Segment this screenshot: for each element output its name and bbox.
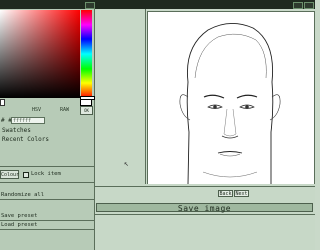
colour-button[interactable]: Colour [0, 170, 19, 179]
swatches-label[interactable]: Swatches [2, 127, 31, 134]
hex-input[interactable]: ffffff [11, 117, 45, 124]
raw-mode-label[interactable]: RAW [60, 107, 69, 113]
lock-item-label: Lock item [31, 171, 61, 177]
save-image-button[interactable]: Save image [96, 203, 313, 213]
divider [0, 166, 94, 167]
recent-colors-label[interactable]: Recent Colors [2, 136, 49, 143]
window-control-icon[interactable] [85, 2, 95, 9]
title-bar [0, 0, 315, 9]
next-button[interactable]: Next [234, 190, 249, 197]
mouse-cursor-icon: ↖ [124, 159, 129, 168]
window-control-icon[interactable] [293, 2, 303, 9]
ok-button[interactable]: OK [80, 106, 93, 115]
divider [0, 182, 94, 183]
middle-panel [95, 9, 146, 184]
load-preset-button[interactable]: Load preset [0, 221, 94, 230]
save-preset-button[interactable]: Save preset [0, 212, 94, 221]
back-button[interactable]: Back [218, 190, 233, 197]
divider [95, 186, 315, 187]
current-color-swatch [80, 99, 92, 106]
bottom-controls [95, 184, 315, 250]
lock-item-checkbox[interactable] [23, 172, 29, 178]
hsv-mode-label[interactable]: HSV [32, 107, 41, 113]
portrait-canvas [147, 11, 315, 185]
face-drawing [179, 23, 281, 185]
color-picker-field[interactable] [0, 10, 80, 98]
hue-slider[interactable] [81, 10, 92, 98]
slider-handle[interactable] [0, 99, 5, 106]
randomize-all-button[interactable]: Randomize all [0, 191, 94, 200]
divider [95, 214, 315, 215]
window-control-icon[interactable] [304, 2, 314, 9]
